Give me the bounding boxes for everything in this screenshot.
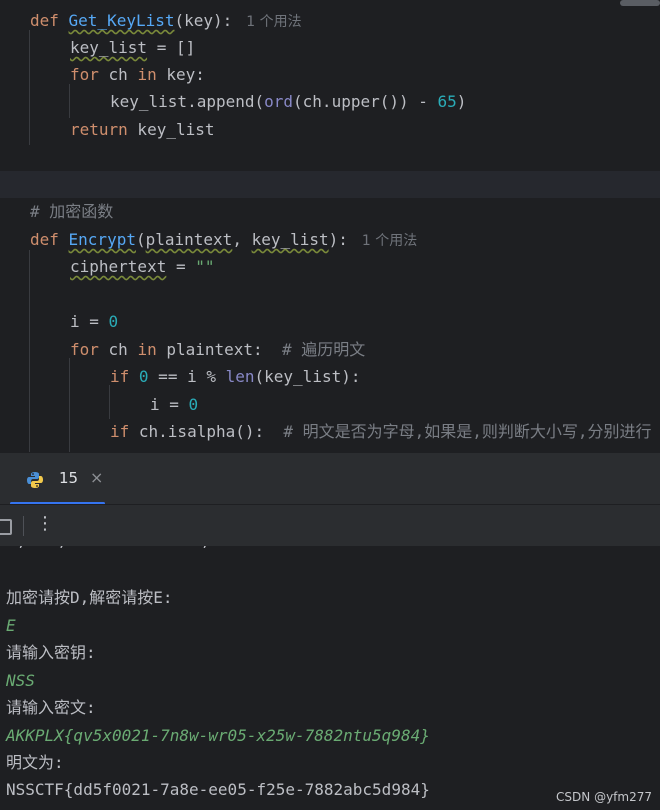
param: key_list [251, 230, 329, 249]
indent-guide [69, 358, 70, 452]
code-text: ch.isalpha(): [129, 422, 284, 441]
code-text: = [] [147, 38, 196, 57]
keyword-return: return [70, 120, 128, 139]
keyword-for: for [70, 65, 99, 84]
code-line[interactable]: key_list = [] [70, 34, 195, 61]
usage-hint[interactable]: 1 个用法 [362, 233, 417, 249]
console-line: 请输入密钥: [6, 643, 96, 662]
code-text: i = [70, 312, 109, 331]
indent-guide [29, 30, 30, 145]
keyword-if: if [110, 367, 130, 386]
code-line[interactable]: if 0 == i % len(key_list): [110, 363, 360, 390]
code-line[interactable]: # 加密函数 [30, 198, 113, 225]
run-panel-tabbar: 15 × [0, 452, 660, 505]
function-name: Encrypt [68, 230, 136, 249]
code-text: ( [135, 230, 146, 249]
indent-guide [69, 84, 70, 118]
code-text: key_list.append( [110, 92, 265, 111]
more-options-icon[interactable]: ⋮ [36, 513, 54, 534]
function-name: Get_KeyList [68, 11, 175, 30]
variable: ciphertext [70, 257, 167, 276]
number-literal: 0 [108, 312, 119, 331]
console-line: 加密请按D,解密请按E: [6, 588, 173, 607]
console-input: AKKPLX{qv5x0021-7n8w-wr05-x25w-7882ntu5q… [6, 726, 430, 745]
run-tab[interactable]: 15 × [10, 453, 106, 505]
keyword-def: def [30, 230, 69, 249]
current-line-highlight [0, 171, 660, 198]
comment: # 明文是否为字母,如果是,则判断大小写,分别进行 [283, 422, 652, 441]
code-line[interactable]: if ch.isalpha(): # 明文是否为字母,如果是,则判断大小写,分别… [110, 418, 652, 445]
console-input: E [6, 616, 16, 635]
stop-icon[interactable] [0, 519, 12, 535]
run-tab-label: 15 [59, 469, 79, 487]
keyword-in: in [137, 340, 157, 359]
keyword-in: in [137, 65, 157, 84]
string-literal: "" [195, 257, 215, 276]
code-line[interactable]: return key_list [70, 116, 215, 143]
code-text: (ch.upper()) - [293, 92, 438, 111]
variable: key_list [70, 38, 148, 57]
code-text: ) [456, 92, 467, 111]
builtin-ord: ord [264, 92, 294, 111]
code-line[interactable]: i = 0 [150, 391, 198, 418]
console-cut-line: ‥,‥ ‥,‥ ‥ ‥ ‥ ‥‥‥ ‥,‥ ‥ ‥‥‥ ‥ ‥‥‥ [6, 546, 345, 551]
param: plaintext [145, 230, 233, 249]
code-line[interactable]: for ch in key: [70, 61, 205, 88]
usage-hint[interactable]: 1 个用法 [246, 14, 301, 30]
toolbar-divider [23, 516, 24, 536]
builtin-len: len [225, 367, 255, 386]
console-input: NSS [6, 671, 35, 690]
code-line[interactable]: i = 0 [70, 308, 118, 335]
code-text: ch [98, 340, 138, 359]
code-text: ): [328, 230, 348, 249]
code-text: (key_list): [254, 367, 361, 386]
code-text: , [232, 230, 252, 249]
keyword-if: if [110, 422, 130, 441]
code-line[interactable]: key_list.append(ord(ch.upper()) - 65) [110, 88, 466, 115]
close-icon[interactable]: × [90, 468, 103, 487]
keyword-for: for [70, 340, 99, 359]
python-icon [27, 472, 43, 488]
code-text: key: [156, 65, 205, 84]
editor-scrollbar[interactable] [620, 0, 660, 6]
indent-guide [29, 250, 30, 452]
comment: # 遍历明文 [281, 340, 366, 359]
run-console[interactable]: ‥,‥ ‥,‥ ‥ ‥ ‥ ‥‥‥ ‥,‥ ‥ ‥‥‥ ‥ ‥‥‥ 加密请按D,… [0, 546, 660, 810]
keyword-def: def [30, 11, 69, 30]
code-line[interactable]: def Encrypt(plaintext, key_list): 1 个用法 [30, 226, 417, 253]
code-line[interactable]: ciphertext = "" [70, 253, 215, 280]
run-toolbar: ⋮ [0, 504, 660, 547]
code-text: i = [150, 395, 189, 414]
indent-guide [109, 385, 110, 419]
code-text: = [166, 257, 196, 276]
code-text: plaintext: [156, 340, 282, 359]
number-literal: 65 [437, 92, 457, 111]
console-line: 明文为: [6, 753, 64, 772]
code-text: == i % [148, 367, 226, 386]
code-editor[interactable]: def Get_KeyList(key): 1 个用法 key_list = []… [0, 0, 660, 452]
comment: # 加密函数 [30, 202, 114, 221]
console-line: NSSCTF{dd5f0021-7a8e-ee05-f25e-7882abc5d… [6, 780, 430, 799]
number-literal: 0 [138, 367, 149, 386]
code-line[interactable]: def Get_KeyList(key): 1 个用法 [30, 7, 302, 34]
code-text: key_list [127, 120, 215, 139]
code-line[interactable]: for ch in plaintext: # 遍历明文 [70, 336, 365, 363]
number-literal: 0 [188, 395, 199, 414]
function-args: (key): [174, 11, 233, 30]
watermark: CSDN @yfm277 [556, 790, 652, 804]
code-text: ch [98, 65, 138, 84]
console-line: 请输入密文: [6, 698, 96, 717]
